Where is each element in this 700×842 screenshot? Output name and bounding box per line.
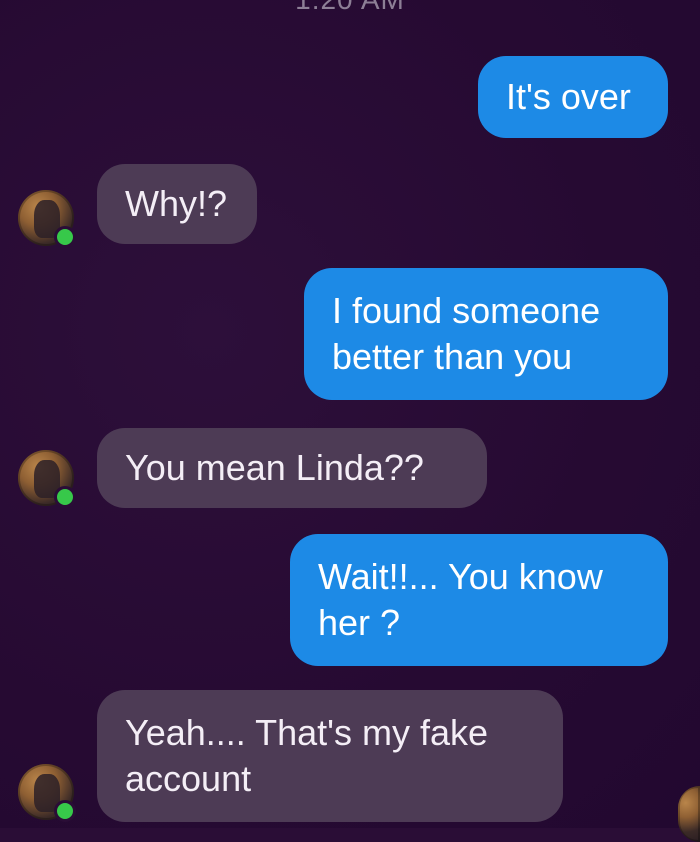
- outgoing-message-bubble[interactable]: It's over: [478, 56, 668, 138]
- message-text: I found someone better than you: [332, 290, 601, 377]
- online-status-icon: [54, 800, 76, 822]
- contact-avatar-icon[interactable]: [18, 764, 76, 822]
- message-text: Why!?: [125, 183, 228, 224]
- message-text: It's over: [506, 76, 631, 117]
- message-text: Yeah.... That's my fake account: [125, 712, 489, 799]
- online-status-icon: [54, 486, 76, 508]
- message-timestamp: 1:20 AM: [0, 0, 700, 16]
- online-status-icon: [54, 226, 76, 248]
- contact-avatar-icon[interactable]: [18, 190, 76, 248]
- incoming-message-bubble[interactable]: You mean Linda??: [97, 428, 487, 508]
- message-text: You mean Linda??: [125, 447, 424, 488]
- outgoing-message-bubble[interactable]: I found someone better than you: [304, 268, 668, 400]
- incoming-message-bubble[interactable]: Why!?: [97, 164, 257, 244]
- read-receipt-avatar-icon: [678, 786, 700, 842]
- outgoing-message-bubble[interactable]: Wait!!... You know her ?: [290, 534, 668, 666]
- message-text: Wait!!... You know her ?: [318, 556, 603, 643]
- incoming-message-bubble[interactable]: Yeah.... That's my fake account: [97, 690, 563, 822]
- chat-screen: 1:20 AM It's over Why!? I found someone …: [0, 0, 700, 842]
- contact-avatar-icon[interactable]: [18, 450, 76, 508]
